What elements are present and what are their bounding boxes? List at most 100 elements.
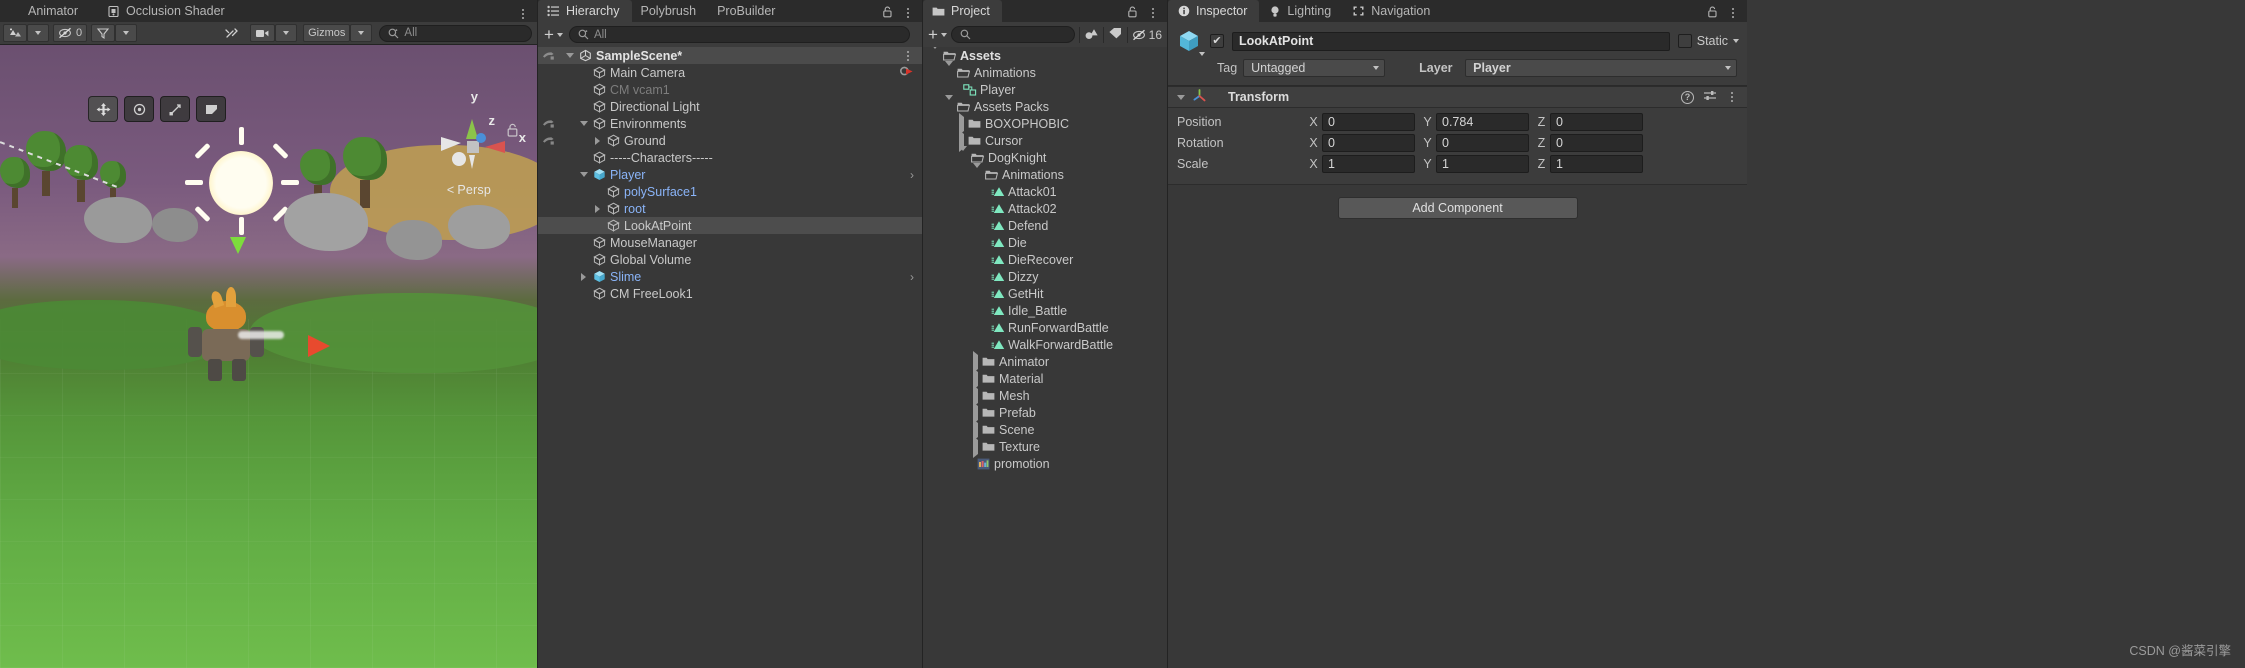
project-item-scene[interactable]: Scene <box>923 418 1167 441</box>
chevron-down-icon[interactable] <box>1177 94 1185 100</box>
chevron-down-icon[interactable] <box>945 60 953 80</box>
rotate-tool-button[interactable] <box>124 96 154 122</box>
transform-position-y-input[interactable]: 0.784 <box>1436 113 1529 131</box>
hierarchy-item-polysurface1[interactable]: polySurface1 <box>538 183 922 200</box>
project-item-runforwardbattle[interactable]: RunForwardBattle <box>923 319 1167 336</box>
object-name-field[interactable]: LookAtPoint <box>1232 31 1670 51</box>
tab-hierarchy[interactable]: Hierarchy <box>538 0 632 22</box>
project-item-material[interactable]: Material <box>923 367 1167 390</box>
chevron-down-icon[interactable] <box>973 162 981 182</box>
hierarchy-scene-row[interactable]: SampleScene* <box>538 47 922 64</box>
open-prefab-arrow-icon[interactable]: › <box>910 270 914 284</box>
add-component-button[interactable]: Add Component <box>1337 197 1578 219</box>
tab-occlusion-shader[interactable]: Occlusion Shader <box>98 0 237 22</box>
hierarchy-tree[interactable]: SampleScene* Main Camera CM vcam1 Direction… <box>538 47 922 668</box>
scene-viewport[interactable]: y z x < Persp <box>0 45 537 668</box>
hierarchy-item-ground[interactable]: Ground <box>538 132 922 149</box>
hierarchy-add-button[interactable]: + <box>544 26 563 43</box>
chevron-right-icon[interactable] <box>592 203 603 214</box>
project-item-assets[interactable]: Assets <box>923 47 1167 64</box>
chevron-right-icon[interactable] <box>973 418 978 441</box>
chevron-right-icon[interactable] <box>973 401 978 424</box>
transform-component-header[interactable]: Transform ? <box>1168 86 1747 108</box>
hierarchy-item-characters[interactable]: -----Characters----- <box>538 149 922 166</box>
layer-dropdown[interactable]: Player <box>1465 59 1737 77</box>
project-item-player[interactable]: Player <box>923 81 1167 98</box>
tag-dropdown[interactable]: Untagged <box>1243 59 1386 77</box>
transform-scale-x-input[interactable]: 1 <box>1322 155 1415 173</box>
project-item-mesh[interactable]: Mesh <box>923 384 1167 407</box>
project-item-texture[interactable]: Texture <box>923 435 1167 458</box>
project-item-die[interactable]: Die <box>923 234 1167 251</box>
hierarchy-item-slime[interactable]: Slime › <box>538 268 922 285</box>
project-item-animations[interactable]: Animations <box>923 60 1167 81</box>
transform-position-x-input[interactable]: 0 <box>1322 113 1415 131</box>
hierarchy-options-icon[interactable] <box>902 7 914 18</box>
tab-navigation[interactable]: Navigation <box>1343 0 1442 22</box>
preset-icon[interactable] <box>1703 89 1717 105</box>
perspective-label[interactable]: < Persp <box>447 183 491 197</box>
chevron-down-icon[interactable] <box>931 47 939 63</box>
hierarchy-item-cm-vcam1[interactable]: CM vcam1 <box>538 81 922 98</box>
project-item-gethit[interactable]: GetHit <box>923 285 1167 302</box>
chevron-right-icon[interactable] <box>973 367 978 390</box>
project-item-walkforwardbattle[interactable]: WalkForwardBattle <box>923 336 1167 353</box>
gizmos-dropdown[interactable] <box>350 24 373 42</box>
object-enabled-checkbox[interactable]: ✔ <box>1210 34 1224 48</box>
chevron-down-icon[interactable] <box>578 169 589 180</box>
project-item-animator[interactable]: Animator <box>923 350 1167 373</box>
project-item-prefab[interactable]: Prefab <box>923 401 1167 424</box>
scale-tool-button[interactable] <box>160 96 190 122</box>
hierarchy-item-environments[interactable]: Environments <box>538 115 922 132</box>
hierarchy-item-global-volume[interactable]: Global Volume <box>538 251 922 268</box>
shading-mode-button[interactable] <box>3 24 27 42</box>
project-item-dizzy[interactable]: Dizzy <box>923 268 1167 285</box>
project-item-defend[interactable]: Defend <box>923 217 1167 234</box>
scene-visibility-icon[interactable] <box>542 117 555 130</box>
static-toggle[interactable]: Static <box>1677 34 1739 48</box>
project-item-dierecover[interactable]: DieRecover <box>923 251 1167 268</box>
rect-tool-button[interactable] <box>196 96 226 122</box>
move-tool-button[interactable] <box>88 96 118 122</box>
hidden-items-toggle[interactable]: 16 <box>1132 28 1162 42</box>
hierarchy-item-mousemanager[interactable]: MouseManager <box>538 234 922 251</box>
project-item-animations[interactable]: Animations <box>923 162 1167 183</box>
shading-mode-dropdown[interactable] <box>27 24 49 42</box>
scene-fx-dropdown[interactable] <box>115 24 138 42</box>
scene-axis-gizmo[interactable] <box>429 105 515 191</box>
hierarchy-item-directional-light[interactable]: Directional Light <box>538 98 922 115</box>
tab-animator[interactable]: Animator <box>0 0 90 22</box>
chevron-down-icon[interactable] <box>1733 39 1739 43</box>
scene-context-menu-icon[interactable] <box>902 50 914 61</box>
hierarchy-item-main-camera[interactable]: Main Camera <box>538 64 922 81</box>
lock-icon[interactable] <box>1707 6 1719 19</box>
static-checkbox[interactable] <box>1677 34 1692 48</box>
chevron-right-icon[interactable] <box>973 435 978 458</box>
help-icon[interactable]: ? <box>1681 90 1694 104</box>
lock-icon[interactable] <box>882 6 894 19</box>
project-search-input[interactable] <box>950 26 1075 43</box>
transform-rotation-z-input[interactable]: 0 <box>1550 134 1643 152</box>
project-add-button[interactable]: + <box>928 26 947 43</box>
chevron-down-icon[interactable] <box>945 94 953 114</box>
transform-rotation-y-input[interactable]: 0 <box>1436 134 1529 152</box>
scene-camera-dropdown[interactable] <box>275 24 298 42</box>
tab-probuilder[interactable]: ProBuilder <box>708 0 787 22</box>
chevron-right-icon[interactable] <box>592 135 603 146</box>
chevron-right-icon[interactable] <box>578 271 589 282</box>
scene-search-input[interactable]: All <box>379 24 532 42</box>
lock-icon[interactable] <box>506 123 519 141</box>
component-options-icon[interactable] <box>1726 92 1738 102</box>
scene-options-icon[interactable] <box>517 9 529 19</box>
chevron-right-icon[interactable] <box>973 384 978 407</box>
transform-scale-y-input[interactable]: 1 <box>1436 155 1529 173</box>
gizmos-button[interactable]: Gizmos <box>303 24 351 42</box>
inspector-options-icon[interactable] <box>1727 7 1739 18</box>
transform-scale-z-input[interactable]: 1 <box>1550 155 1643 173</box>
filter-by-type-icon[interactable] <box>1084 27 1099 43</box>
chevron-down-icon[interactable] <box>1199 52 1205 56</box>
hierarchy-item-cm-freelook1[interactable]: CM FreeLook1 <box>538 285 922 302</box>
project-item-dogknight[interactable]: DogKnight <box>923 145 1167 166</box>
transform-rotation-x-input[interactable]: 0 <box>1322 134 1415 152</box>
chevron-right-icon[interactable] <box>959 112 964 135</box>
